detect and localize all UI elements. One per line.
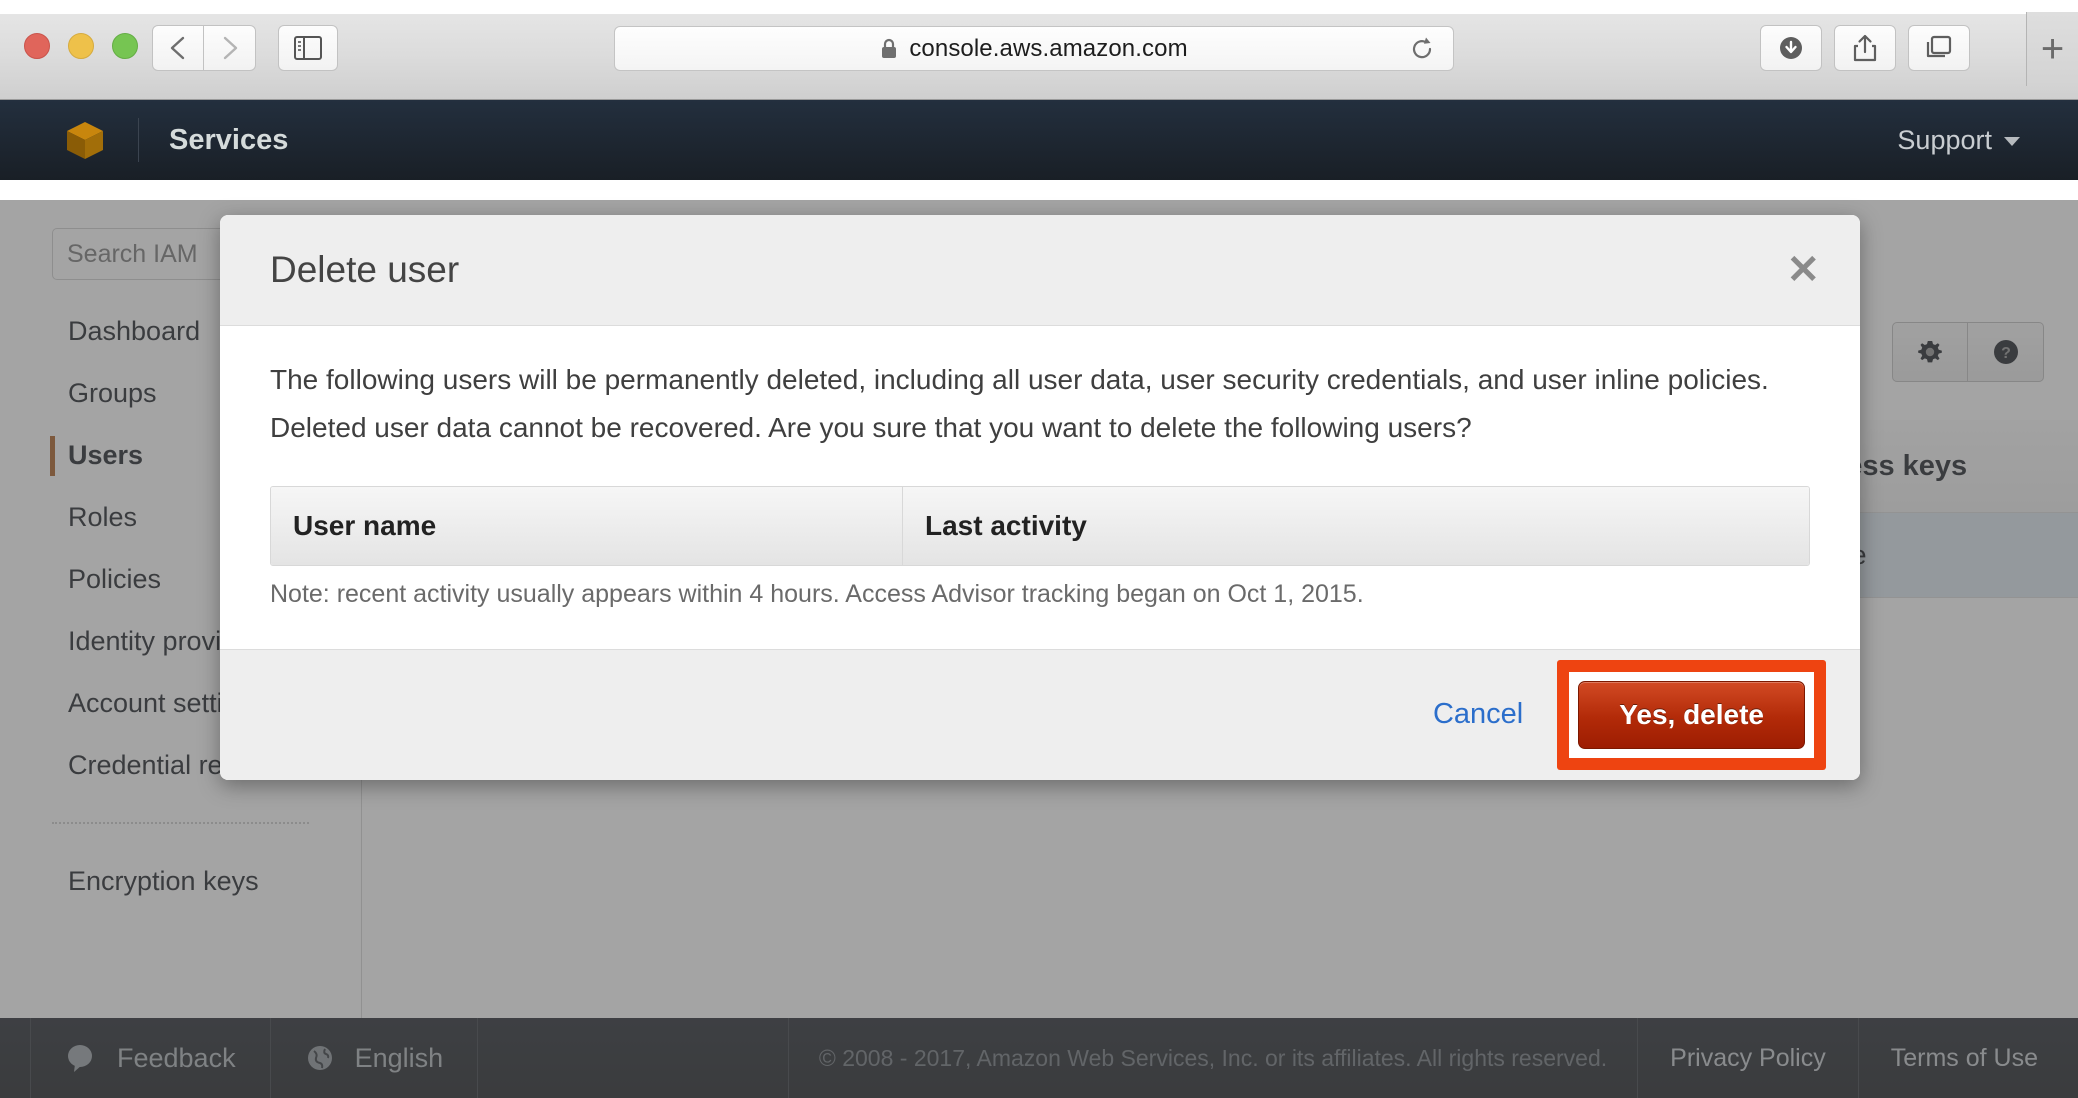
maximize-window-button[interactable] (112, 33, 138, 59)
topnav-divider (138, 118, 139, 162)
sidebar-toggle-button[interactable] (278, 25, 338, 71)
yes-delete-button[interactable]: Yes, delete (1578, 680, 1805, 749)
downloads-icon (1780, 37, 1802, 59)
share-button[interactable] (1834, 25, 1896, 71)
confirm-button-highlight-inner: Yes, delete (1569, 671, 1814, 758)
forward-button[interactable] (204, 25, 256, 71)
aws-console-page: Services Support Dashboard Groups Users (0, 100, 2078, 1098)
modal-title: Delete user (270, 249, 460, 290)
support-label: Support (1897, 124, 1992, 155)
aws-top-navigation: Services Support (0, 100, 2078, 180)
sidebar-toggle-wrapper (278, 25, 338, 71)
modal-footer: Cancel Yes, delete (220, 648, 1860, 780)
reload-icon (1412, 37, 1432, 58)
new-tab-button[interactable]: + (2026, 12, 2078, 86)
back-button[interactable] (152, 25, 204, 71)
toolbar-right-buttons (1760, 25, 1970, 71)
reload-button[interactable] (1409, 36, 1435, 62)
cancel-button[interactable]: Cancel (1433, 698, 1523, 731)
url-text: console.aws.amazon.com (909, 34, 1188, 62)
column-header-user-name: User name (271, 486, 903, 565)
window-top-edge (0, 0, 2078, 14)
downloads-button[interactable] (1760, 25, 1822, 71)
chevron-left-icon (170, 36, 185, 60)
users-table-header-row: User name Last activity (271, 486, 1809, 565)
url-bar[interactable]: console.aws.amazon.com (614, 26, 1454, 71)
screen: console.aws.amazon.com + Services Suppor… (0, 0, 2078, 1098)
window-controls (24, 33, 138, 59)
new-tab-label: + (2040, 27, 2065, 71)
modal-header: Delete user ✕ (220, 215, 1860, 326)
confirm-button-highlight: Yes, delete (1557, 659, 1826, 770)
modal-paragraph-1: The following users will be permanently … (270, 364, 1769, 395)
close-window-button[interactable] (24, 33, 50, 59)
sidebar-toggle-icon (294, 36, 322, 60)
topnav-right: Support (1897, 100, 2020, 180)
minimize-window-button[interactable] (68, 33, 94, 59)
chevron-down-icon (2004, 136, 2020, 146)
column-header-last-activity: Last activity (925, 509, 1087, 541)
modal-note: Note: recent activity usually appears wi… (270, 579, 1364, 608)
tab-overview-icon (1926, 35, 1952, 58)
users-to-delete-table: User name Last activity (270, 485, 1810, 566)
delete-user-modal: Delete user ✕ The following users will b… (220, 215, 1860, 780)
aws-cube-logo[interactable] (62, 117, 108, 163)
tab-overview-button[interactable] (1908, 25, 1970, 71)
close-icon[interactable]: ✕ (1786, 250, 1820, 290)
lock-icon (880, 38, 898, 60)
services-menu[interactable]: Services (169, 124, 288, 157)
chevron-right-icon (223, 36, 237, 60)
navigation-buttons (152, 25, 256, 71)
share-icon (1853, 34, 1877, 62)
modal-paragraph-2: Deleted user data cannot be recovered. A… (270, 411, 1472, 443)
modal-body: The following users will be permanently … (220, 326, 1860, 649)
support-menu[interactable]: Support (1897, 125, 2020, 156)
browser-chrome: console.aws.amazon.com + (0, 0, 2078, 100)
